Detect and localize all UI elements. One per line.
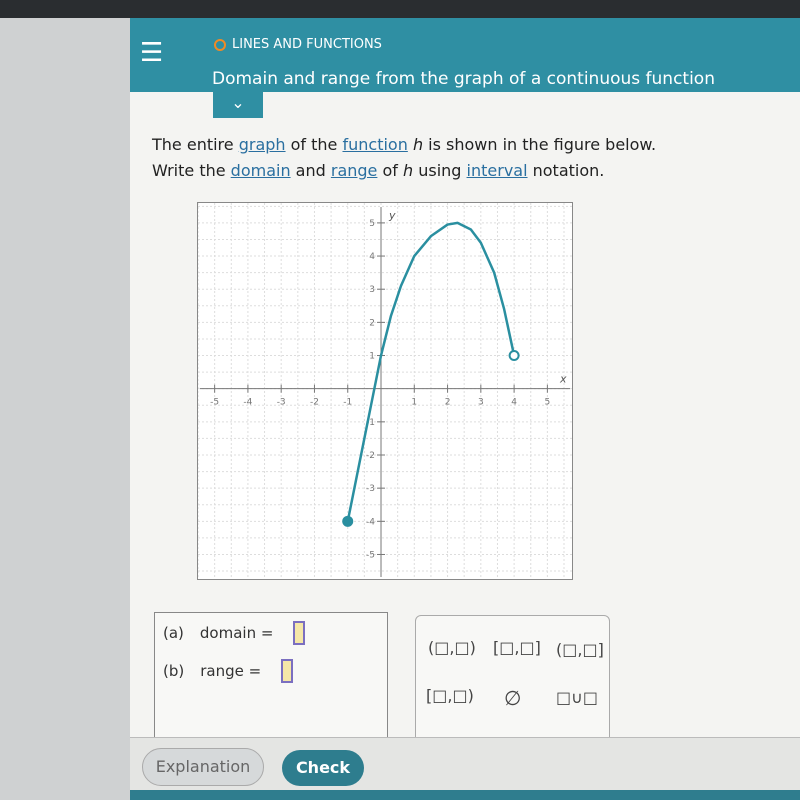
y-tick-label: -2	[366, 451, 375, 461]
check-button[interactable]: Check	[282, 750, 364, 786]
part-b-label: (b)	[163, 662, 185, 680]
y-tick-label: -3	[366, 484, 375, 494]
browser-top-bar	[0, 0, 800, 18]
y-tick-label: 2	[369, 318, 375, 328]
closed-endpoint	[342, 515, 354, 527]
question-prompt: The entire graph of the function h is sh…	[152, 135, 657, 180]
open-endpoint	[508, 350, 520, 362]
answer-panel: (a) domain = (b) range =	[154, 612, 388, 742]
y-tick-label: 1	[369, 352, 375, 362]
interval-link[interactable]: interval	[467, 161, 528, 180]
hamburger-icon[interactable]: ☰	[140, 40, 163, 66]
open-interval-button[interactable]: (□,□)	[428, 638, 476, 657]
y-tick-label: 4	[369, 252, 375, 262]
x-tick-label: -4	[243, 398, 252, 408]
notation-palette: (□,□) [□,□] (□,□] [□,□) ∅ □∪□	[415, 615, 610, 745]
right-open-interval-button[interactable]: [□,□)	[426, 686, 474, 705]
explanation-button[interactable]: Explanation	[142, 748, 264, 786]
page-title: Domain and range from the graph of a con…	[212, 69, 715, 89]
part-a-label: (a)	[163, 624, 184, 642]
x-tick-label: -3	[277, 398, 286, 408]
domain-input[interactable]	[293, 621, 306, 645]
topic-text: LINES AND FUNCTIONS	[232, 37, 382, 52]
domain-link[interactable]: domain	[231, 161, 291, 180]
main-content: ⌄ The entire graph of the function h is …	[130, 92, 800, 745]
header: ☰ LINES AND FUNCTIONS Domain and range f…	[130, 18, 800, 92]
function-link[interactable]: function	[342, 135, 407, 154]
x-tick-label: -2	[310, 398, 319, 408]
y-tick-label: 3	[369, 285, 375, 295]
range-link[interactable]: range	[331, 161, 378, 180]
y-tick-label: -5	[366, 550, 375, 560]
topic-status-icon	[214, 38, 226, 51]
range-row: (b) range =	[163, 659, 294, 683]
left-margin	[0, 18, 130, 800]
range-label: range =	[200, 662, 262, 680]
x-tick-label: 1	[411, 398, 417, 408]
empty-set-button[interactable]: ∅	[504, 686, 521, 710]
topic-label: LINES AND FUNCTIONS	[214, 37, 382, 52]
range-input[interactable]	[281, 659, 294, 683]
function-graph: xy-5 -4 -3 -2 -1 1 2 3 4 5-5-4-3-2-112345	[197, 202, 573, 580]
x-tick-label: 4	[511, 398, 517, 408]
domain-row: (a) domain =	[163, 621, 306, 645]
x-tick-label: -5	[210, 398, 219, 408]
footer-band	[130, 790, 800, 800]
union-button[interactable]: □∪□	[556, 688, 598, 707]
y-tick-label: -4	[366, 517, 375, 527]
domain-label: domain =	[199, 624, 274, 642]
x-tick-label: 3	[478, 398, 484, 408]
y-axis-label: y	[388, 209, 396, 222]
x-tick-label: -1	[343, 398, 352, 408]
x-tick-label: 5	[545, 398, 551, 408]
x-tick-label: 2	[445, 398, 451, 408]
x-axis-label: x	[559, 373, 567, 386]
bottom-bar: Explanation Check	[130, 737, 800, 790]
y-tick-label: 5	[369, 219, 375, 229]
chevron-down-icon[interactable]: ⌄	[213, 92, 263, 118]
left-open-interval-button[interactable]: (□,□]	[556, 640, 604, 659]
graph-link[interactable]: graph	[239, 135, 286, 154]
closed-interval-button[interactable]: [□,□]	[493, 638, 541, 657]
